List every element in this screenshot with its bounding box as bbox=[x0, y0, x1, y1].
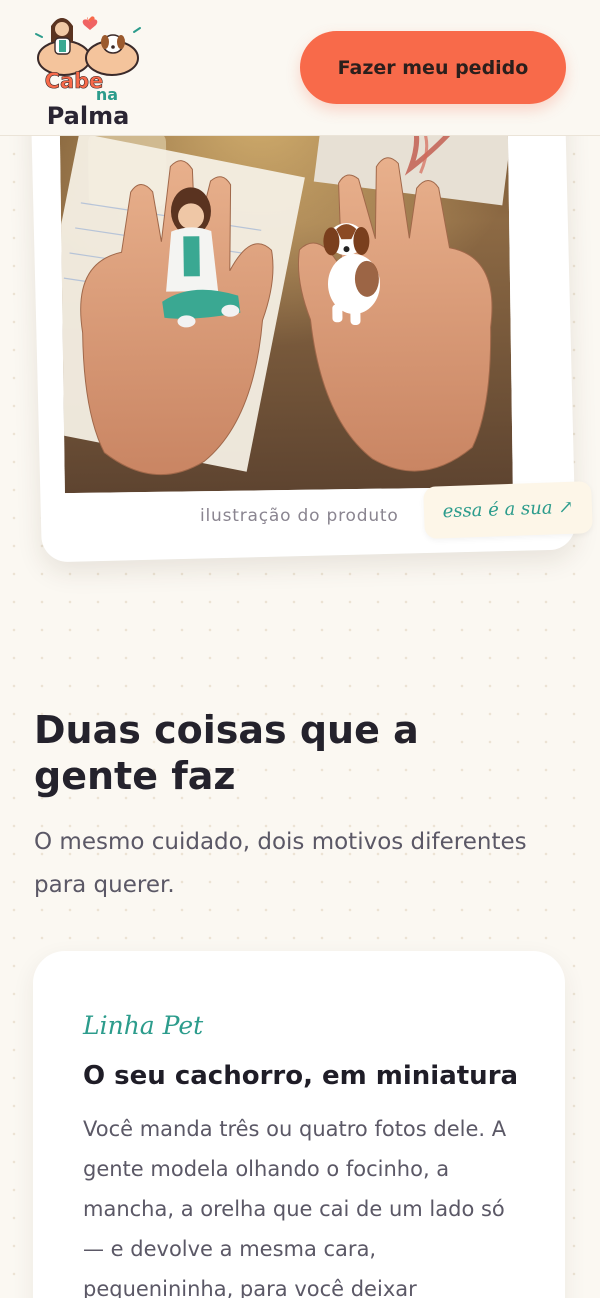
section-title: Duas coisas que a gente faz bbox=[34, 708, 419, 798]
product-photo bbox=[59, 76, 513, 494]
order-button[interactable]: Fazer meu pedido bbox=[300, 31, 566, 104]
site-header: Cabe na Palma Fazer meu pedido bbox=[0, 0, 600, 136]
card-title: O seu cachorro, em miniatura bbox=[83, 1061, 519, 1091]
photo-caption: ilustração do produto bbox=[200, 506, 399, 526]
pet-line-card: Linha Pet O seu cachorro, em miniatura V… bbox=[33, 951, 565, 1298]
card-description: Você manda três ou quatro fotos dele. A … bbox=[83, 1117, 507, 1298]
logo-word-cabe: Cabe bbox=[45, 69, 104, 93]
your-figure-tag: essa é a sua ↗ bbox=[423, 481, 593, 539]
card-kicker: Linha Pet bbox=[83, 1011, 204, 1040]
cabe-na-palma-logo[interactable]: Cabe na Palma bbox=[30, 8, 145, 130]
section-subtitle: O mesmo cuidado, dois motivos diferentes… bbox=[34, 829, 527, 898]
logo-word-palma: Palma bbox=[47, 102, 130, 130]
